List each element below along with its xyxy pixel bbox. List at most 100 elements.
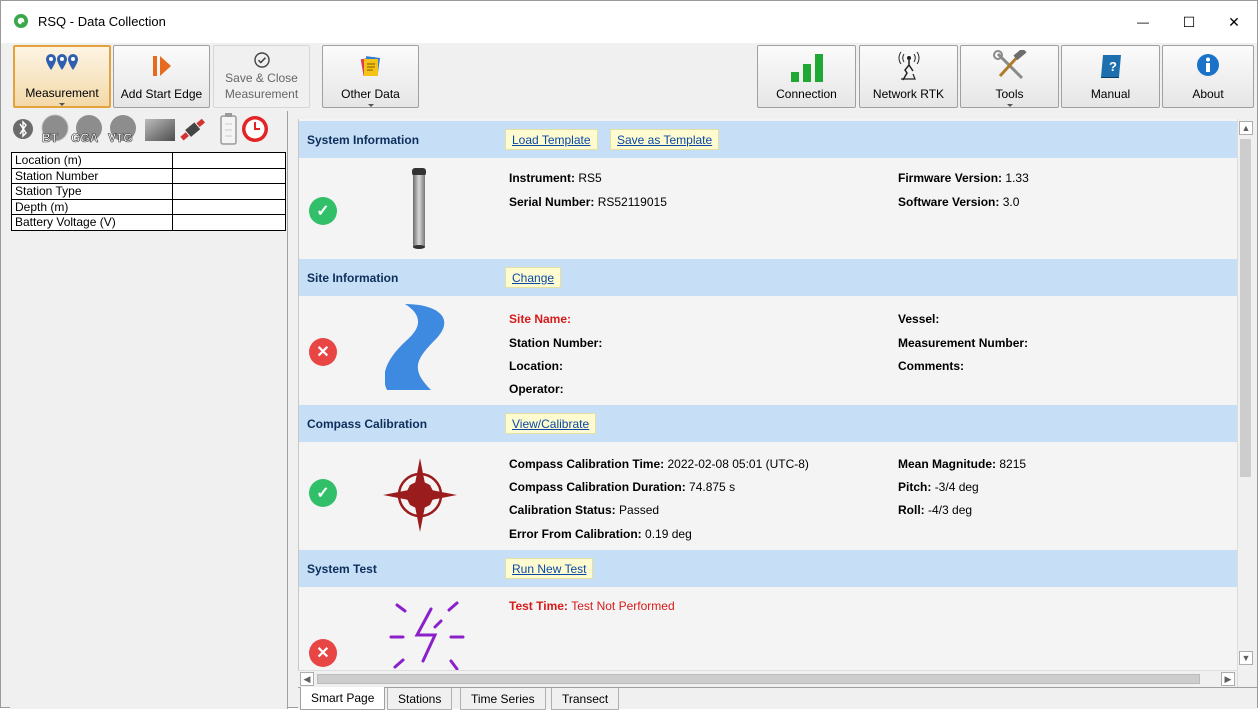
smart-page: System Information Load Template Save as… xyxy=(298,119,1237,687)
depth-gradient-icon xyxy=(145,119,175,141)
instrument-probe-icon xyxy=(412,168,426,249)
vertical-scroll-thumb[interactable] xyxy=(1240,139,1251,477)
vessel-field: Vessel: xyxy=(898,312,939,326)
scroll-right-icon[interactable]: ▶ xyxy=(1221,672,1235,686)
status-error-icon: ✕ xyxy=(309,338,337,366)
vessel-label: Vessel: xyxy=(898,312,940,326)
mean-magnitude-value: 8215 xyxy=(999,457,1027,471)
help-book-icon: ? xyxy=(1100,55,1121,78)
tools-button[interactable]: Tools xyxy=(960,45,1059,108)
measurement-number-field: Measurement Number: xyxy=(898,336,1028,350)
compass-title: Compass Calibration xyxy=(307,417,428,431)
cal-time-field: Compass Calibration Time: 2022-02-08 05:… xyxy=(509,457,809,471)
serial-value: RS52119015 xyxy=(597,195,667,209)
measurement-button[interactable]: Measurement xyxy=(13,45,111,108)
horizontal-scrollbar[interactable]: ◀ ▶ xyxy=(298,670,1237,687)
save-close-label-1: Save & Close xyxy=(225,71,298,85)
operator-label: Operator: xyxy=(509,382,564,396)
scroll-up-icon[interactable]: ▲ xyxy=(1239,121,1253,135)
cal-duration-label: Compass Calibration Duration: xyxy=(509,480,686,494)
compass-rose-icon xyxy=(383,458,457,532)
tab-smart-page[interactable]: Smart Page xyxy=(300,687,386,710)
river-icon xyxy=(385,304,445,390)
tab-stations[interactable]: Stations xyxy=(387,688,453,710)
run-new-test-button[interactable]: Run New Test xyxy=(505,558,594,579)
connection-button[interactable]: Connection xyxy=(757,45,856,108)
site-name-field: Site Name: xyxy=(509,312,571,326)
row-label: Battery Voltage (V) xyxy=(11,214,173,231)
about-button[interactable]: About xyxy=(1162,45,1254,108)
minimize-button[interactable]: — xyxy=(1120,1,1166,43)
instrument-label: Instrument: xyxy=(509,171,575,185)
tab-time-series[interactable]: Time Series xyxy=(460,688,546,710)
rsq-app-icon xyxy=(14,14,28,28)
bt-badge: BT xyxy=(42,131,59,145)
manual-label: Manual xyxy=(1090,87,1131,101)
station-info-table: Location (m) Station Number Station Type De… xyxy=(11,152,286,231)
cal-time-value: 2022-02-08 05:01 (UTC-8) xyxy=(667,457,809,471)
pitch-value: -3/4 deg xyxy=(934,480,979,494)
horizontal-scroll-thumb[interactable] xyxy=(317,674,1200,684)
network-rtk-label: Network RTK xyxy=(872,87,945,101)
network-rtk-button[interactable]: Network RTK xyxy=(859,45,958,108)
manual-button[interactable]: ? Manual xyxy=(1061,45,1160,108)
view-calibrate-button[interactable]: View/Calibrate xyxy=(505,413,597,434)
gga-badge: GGA xyxy=(71,131,99,145)
dropdown-arrow-icon xyxy=(1006,104,1013,107)
cal-error-field: Error From Calibration: 0.19 deg xyxy=(509,527,692,541)
tab-transect[interactable]: Transect xyxy=(551,688,620,710)
row-value xyxy=(172,183,286,200)
row-value xyxy=(172,152,286,169)
row-value xyxy=(172,198,286,215)
table-row: Station Number xyxy=(11,167,286,184)
measurement-label: Measurement xyxy=(25,86,99,100)
scroll-down-icon[interactable]: ▼ xyxy=(1239,651,1253,665)
start-edge-icon xyxy=(152,56,171,76)
software-value: 3.0 xyxy=(1002,195,1020,209)
close-icon: ✕ xyxy=(1228,13,1240,30)
save-close-measurement-button[interactable]: Save & Close Measurement xyxy=(213,45,310,108)
vertical-scrollbar[interactable]: ▲ ▼ xyxy=(1237,119,1253,687)
site-info-header: Site Information Change xyxy=(299,259,1237,296)
station-number-label: Station Number: xyxy=(509,336,603,350)
other-data-button[interactable]: Other Data xyxy=(322,45,419,108)
software-label: Software Version: xyxy=(898,195,1000,209)
compass-body: ✓ Compass Calibration Time: 2022-02-08 0… xyxy=(299,442,1237,552)
add-start-edge-label: Add Start Edge xyxy=(120,87,203,101)
roll-label: Roll: xyxy=(898,503,925,517)
cal-status-label: Calibration Status: xyxy=(509,503,616,517)
firmware-label: Firmware Version: xyxy=(898,171,1003,185)
svg-text:?: ? xyxy=(1109,59,1117,74)
roll-value: -4/3 deg xyxy=(928,503,973,517)
status-error-icon: ✕ xyxy=(309,639,337,667)
info-icon xyxy=(1197,54,1219,76)
cal-status-value: Passed xyxy=(619,503,660,517)
instrument-value: RS5 xyxy=(578,171,602,185)
site-info-title: Site Information xyxy=(307,271,399,285)
cal-time-label: Compass Calibration Time: xyxy=(509,457,665,471)
comments-field: Comments: xyxy=(898,359,964,373)
load-template-button[interactable]: Load Template xyxy=(505,129,598,150)
row-value xyxy=(172,167,286,184)
add-start-edge-button[interactable]: Add Start Edge xyxy=(113,45,210,108)
row-label: Depth (m) xyxy=(11,198,173,215)
scroll-left-icon[interactable]: ◀ xyxy=(300,672,314,686)
minimize-icon: — xyxy=(1137,15,1149,29)
about-label: About xyxy=(1192,87,1224,101)
save-as-template-button[interactable]: Save as Template xyxy=(610,129,720,150)
title-bar[interactable]: RSQ - Data Collection — ☐ ✕ xyxy=(1,1,1257,43)
close-button[interactable]: ✕ xyxy=(1211,1,1257,43)
status-ok-icon: ✓ xyxy=(309,197,337,225)
instrument-field: Instrument: RS5 xyxy=(509,171,602,185)
save-close-label-2: Measurement xyxy=(224,87,299,101)
table-row: Location (m) xyxy=(11,152,286,169)
antenna-icon xyxy=(898,51,919,81)
system-test-header: System Test Run New Test xyxy=(299,550,1237,587)
cal-status-field: Calibration Status: Passed xyxy=(509,503,659,517)
check-circle-icon xyxy=(253,52,270,68)
compass-header: Compass Calibration View/Calibrate xyxy=(299,405,1237,442)
mean-magnitude-field: Mean Magnitude: 8215 xyxy=(898,457,1026,471)
table-row: Battery Voltage (V) xyxy=(11,214,286,231)
change-site-button[interactable]: Change xyxy=(505,267,562,288)
maximize-button[interactable]: ☐ xyxy=(1166,1,1212,43)
